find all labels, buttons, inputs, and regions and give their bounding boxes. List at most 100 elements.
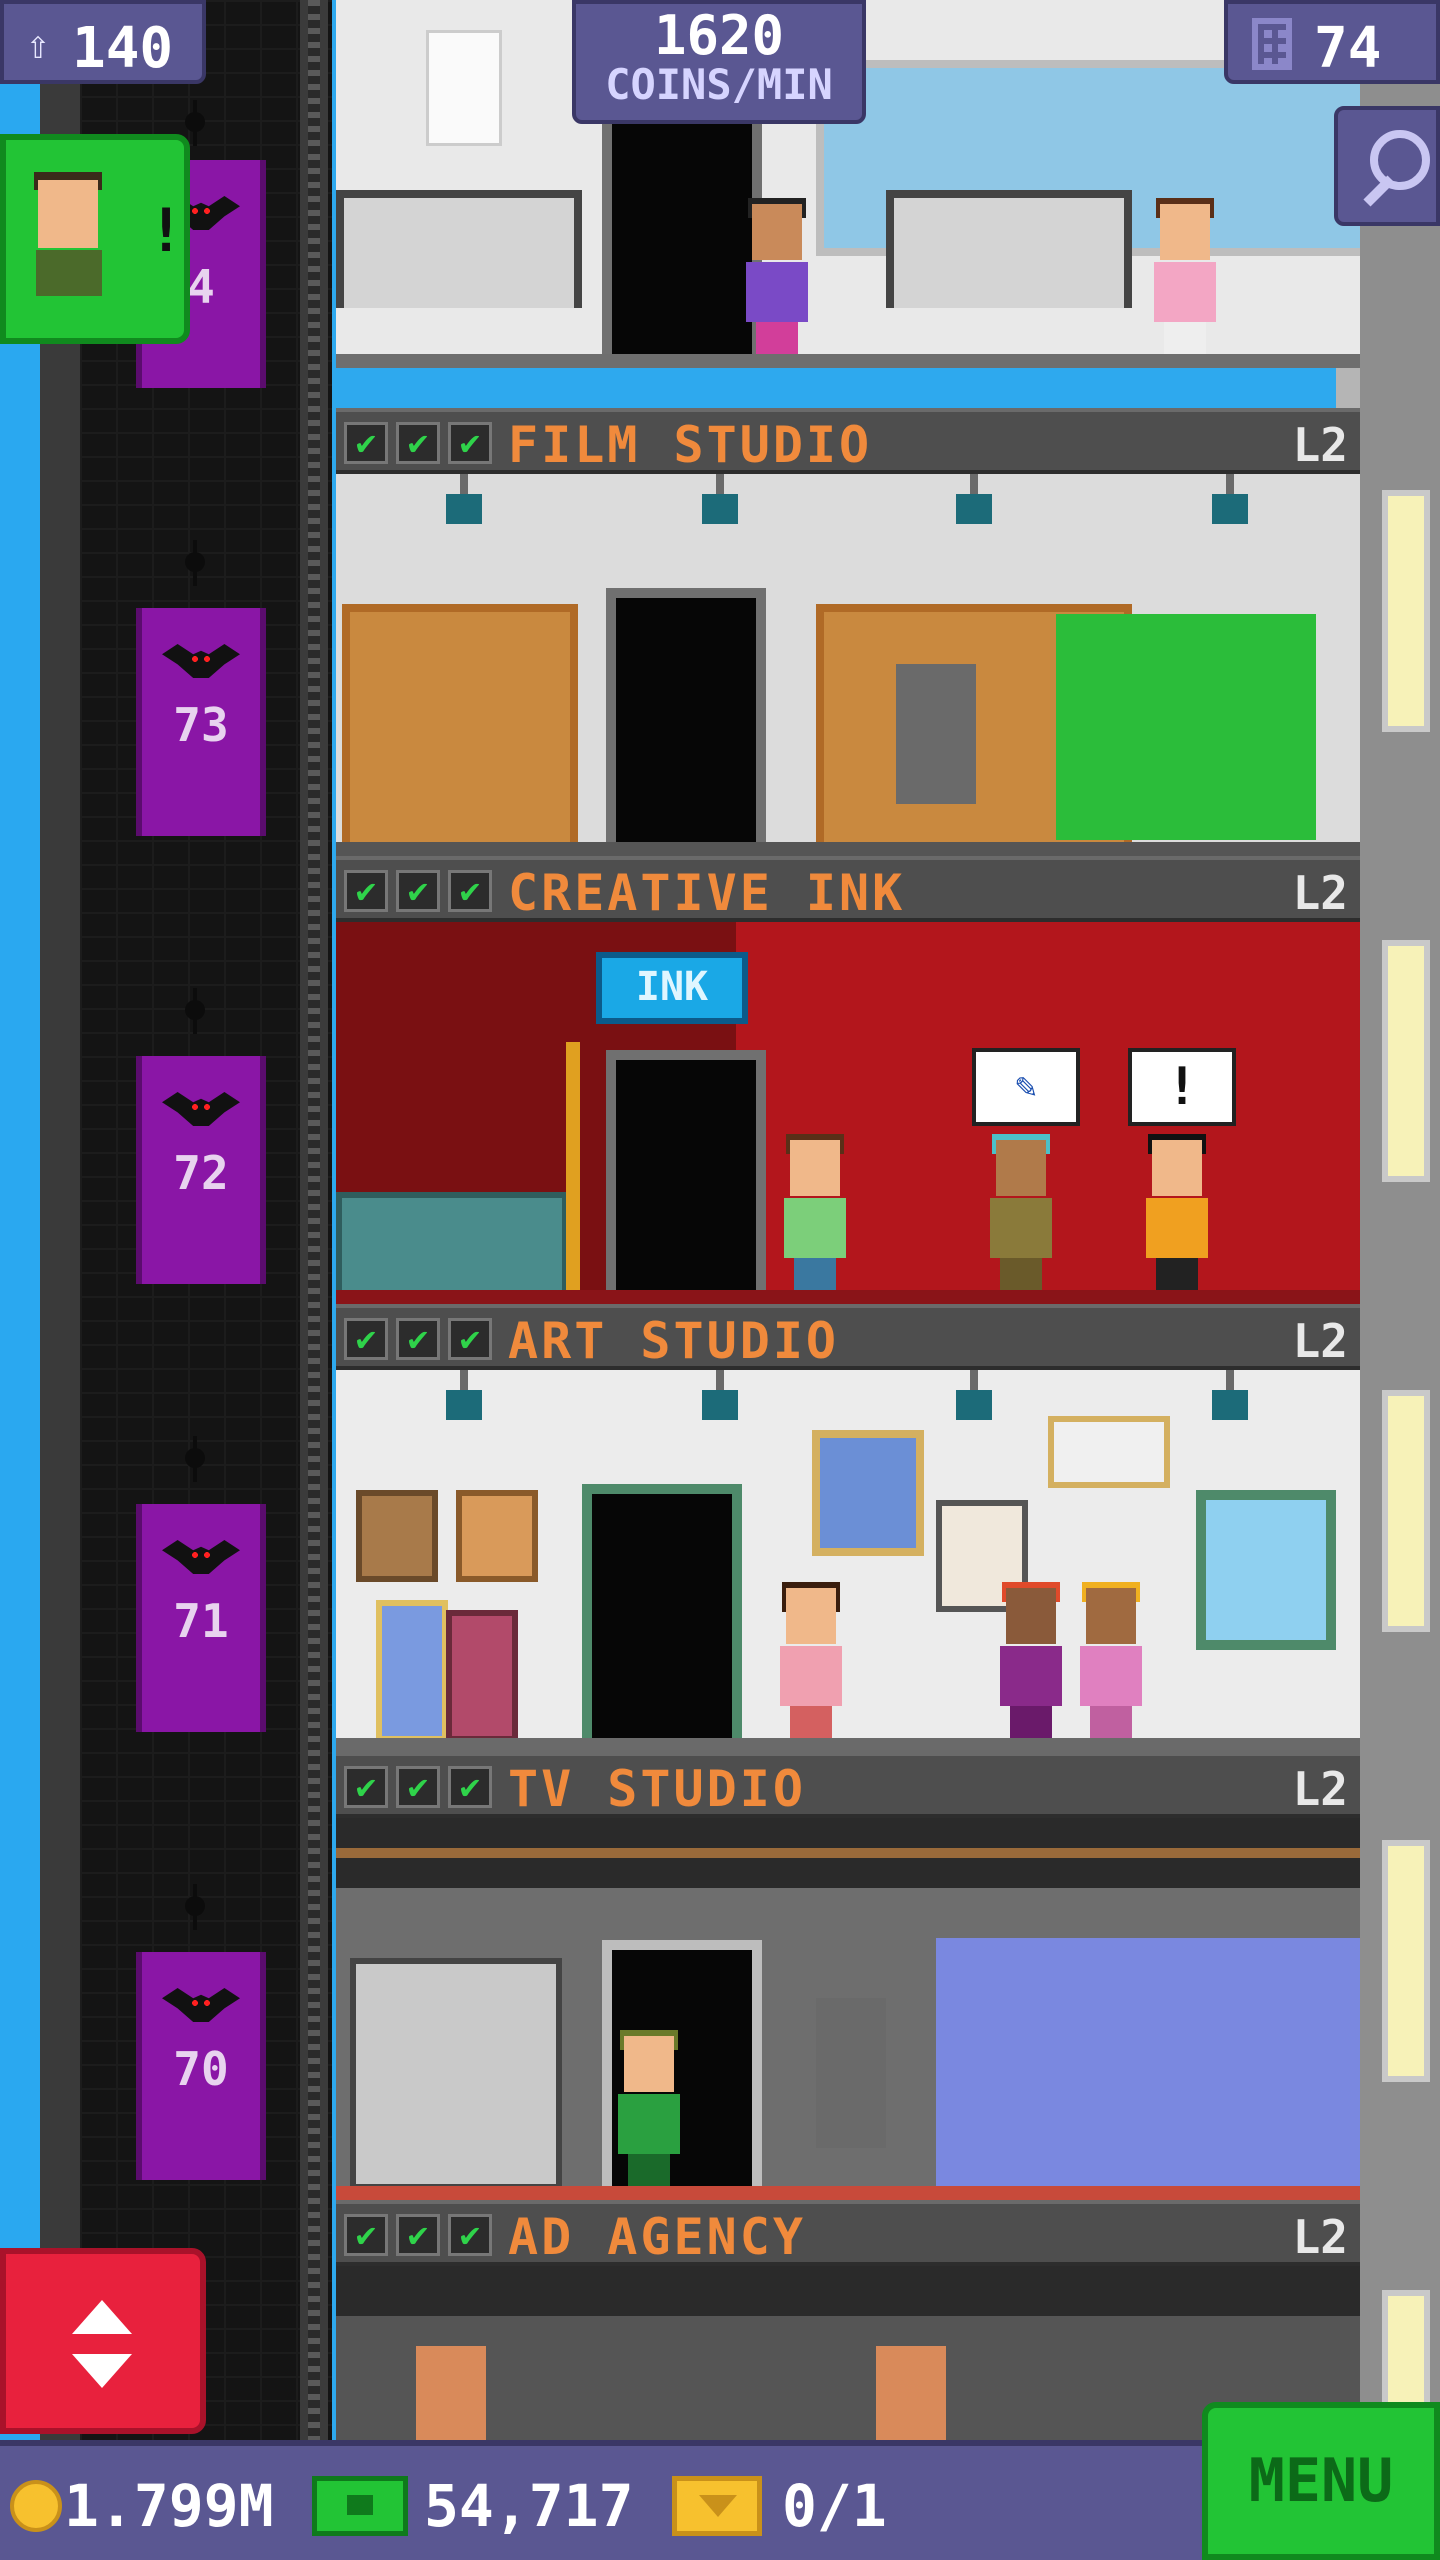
population-counter[interactable]: ⇧ 140 [0,0,206,84]
tower-right-wall [1360,0,1440,2532]
check-icon: ✔ [396,1318,440,1360]
tv-camera-icon [816,1998,886,2148]
tv-set-backdrop [936,1938,1360,2186]
floor-level: L2 [1292,2210,1348,2264]
tickets-value[interactable]: 0/1 [782,2472,887,2540]
room-door [582,1484,742,1738]
speech-bubble-tool[interactable]: ✎ [972,1048,1080,1126]
elevator-floor-number: 72 [173,1146,229,1200]
population-value: 140 [72,16,174,81]
floor-lamp [566,1042,580,1290]
bux-value[interactable]: 54,717 [424,2472,634,2540]
coins-value[interactable]: 1.799M [64,2472,274,2540]
room-film-studio [336,474,1360,856]
tower-resident[interactable] [986,1134,1056,1290]
floor-tv-studio[interactable]: ✔ ✔ ✔ TV STUDIO L2 [336,1752,1360,2200]
check-icon: ✔ [396,870,440,912]
floor-counter[interactable]: 74 [1224,0,1440,84]
ink-neon-sign: INK [596,952,748,1024]
floor-banner: ✔ ✔ ✔ ART STUDIO L2 [336,1304,1360,1370]
tower-resident[interactable] [614,2030,684,2186]
check-icon: ✔ [344,1318,388,1360]
elevator-car[interactable]: 71 [136,1504,266,1732]
alert-icon: ! [148,196,185,266]
check-icon: ✔ [448,2214,492,2256]
magnifier-icon [1370,130,1430,190]
floor-banner: ✔ ✔ ✔ CREATIVE INK L2 [336,856,1360,922]
menu-button[interactable]: MENU [1202,2402,1440,2560]
floor-level: L2 [1292,1314,1348,1368]
room-art-studio [336,1370,1360,1752]
visitor-avatar [38,180,98,248]
painting-frame [356,1490,438,1582]
shaft-antenna-icon [182,1884,208,1930]
floor-name: FILM STUDIO [508,416,873,474]
ceiling-light-icon [702,474,738,524]
check-icon: ✔ [344,422,388,464]
tower-resident[interactable] [1150,198,1220,354]
floor-name: AD AGENCY [508,2208,806,2266]
elevator-car[interactable]: 73 [136,608,266,836]
check-icon: ✔ [344,1766,388,1808]
elevator-rail [300,0,328,2440]
golden-ticket-icon [672,2476,762,2536]
elevator-car[interactable]: 72 [136,1056,266,1284]
visitor-notification-button[interactable]: ! [0,134,190,344]
tower-resident[interactable] [776,1582,846,1738]
coins-rate-unit: COINS/MIN [605,60,833,109]
tower-window [1382,1840,1430,2082]
room-door [606,1050,766,1290]
tower-window [1382,940,1430,1182]
floor-name: TV STUDIO [508,1760,806,1818]
floor-banner: ✔ ✔ ✔ AD AGENCY L2 [336,2200,1360,2266]
ceiling-light-icon [446,474,482,524]
ceiling-light-icon [1212,474,1248,524]
floor-art-studio[interactable]: ✔ ✔ ✔ ART STUDIO L2 [336,1304,1360,1752]
person-up-icon: ⇧ [26,22,51,68]
bat-icon [162,1092,240,1132]
painting-frame [446,1610,518,1742]
shaft-antenna-icon [182,1436,208,1482]
film-camera-icon [896,664,976,804]
floor-name: ART STUDIO [508,1312,840,1370]
ceiling-light-icon [956,474,992,524]
painting-frame [812,1430,924,1556]
elevator-floor-number: 71 [173,1594,229,1648]
tower-resident[interactable] [996,1582,1066,1738]
room-door [606,588,766,842]
check-icon: ✔ [396,2214,440,2256]
ceiling-light-icon [702,1370,738,1420]
painting-frame [456,1490,538,1582]
room-door [602,108,762,354]
bat-icon [162,1988,240,2028]
floor-banner: ✔ ✔ ✔ FILM STUDIO L2 [336,408,1360,474]
floor-film-studio[interactable]: ✔ ✔ ✔ FILM STUDIO L2 [336,408,1360,856]
floor-creative-ink[interactable]: ✔ ✔ ✔ CREATIVE INK L2 INK ✎ ! [336,856,1360,1304]
tower-bux-icon [312,2476,408,2536]
tower-resident[interactable] [780,1134,850,1290]
check-icon: ✔ [396,422,440,464]
floor-banner: ✔ ✔ ✔ TV STUDIO L2 [336,1752,1360,1818]
floor-count-value: 74 [1314,16,1382,81]
glass-counter [336,1192,568,1302]
elevator-car[interactable]: 70 [136,1952,266,2180]
check-icon: ✔ [448,870,492,912]
speech-bubble-alert[interactable]: ! [1128,1048,1236,1126]
coin-icon [10,2480,62,2532]
ceiling-light-icon [1212,1370,1248,1420]
coins-per-minute[interactable]: 1620 COINS/MIN [572,0,866,124]
ceiling-light-icon [956,1370,992,1420]
floor-level: L2 [1292,418,1348,472]
coins-rate-value: 1620 [653,4,785,67]
elevator-button[interactable] [0,2248,206,2434]
bat-icon [162,644,240,684]
floor-name: CREATIVE INK [508,864,906,922]
tower-window [1382,1390,1430,1632]
tower-resident[interactable] [1076,1582,1146,1738]
zoom-button[interactable] [1334,106,1440,226]
shaft-antenna-icon [182,988,208,1034]
tower-resident[interactable] [1142,1134,1212,1290]
tower-resident[interactable] [742,198,812,354]
check-icon: ✔ [448,1318,492,1360]
wooden-wall-panel [342,604,578,856]
